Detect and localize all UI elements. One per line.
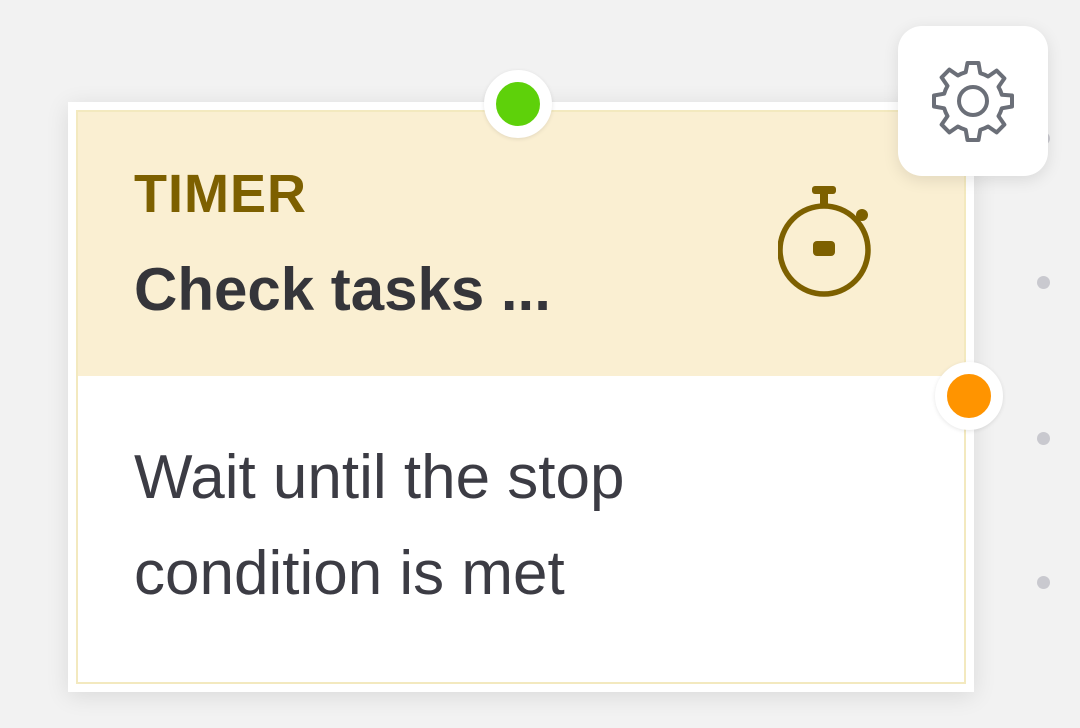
canvas-grid-dot (1037, 576, 1050, 589)
canvas-grid-dot (1037, 432, 1050, 445)
node-header: TIMER Check tasks ... (78, 112, 964, 376)
settings-button[interactable] (898, 26, 1048, 176)
node-body: TIMER Check tasks ... Wait until the sto… (76, 110, 966, 684)
node-description: Wait until the stop condition is met (134, 443, 625, 608)
gear-icon (932, 61, 1014, 142)
output-handle[interactable] (935, 362, 1003, 430)
timer-node[interactable]: TIMER Check tasks ... Wait until the sto… (68, 102, 974, 692)
node-type-label: TIMER (134, 164, 307, 224)
input-handle[interactable] (484, 70, 552, 138)
canvas-grid-dot (1037, 276, 1050, 289)
node-title: Check tasks ... (134, 256, 551, 323)
stopwatch-icon (778, 186, 871, 297)
